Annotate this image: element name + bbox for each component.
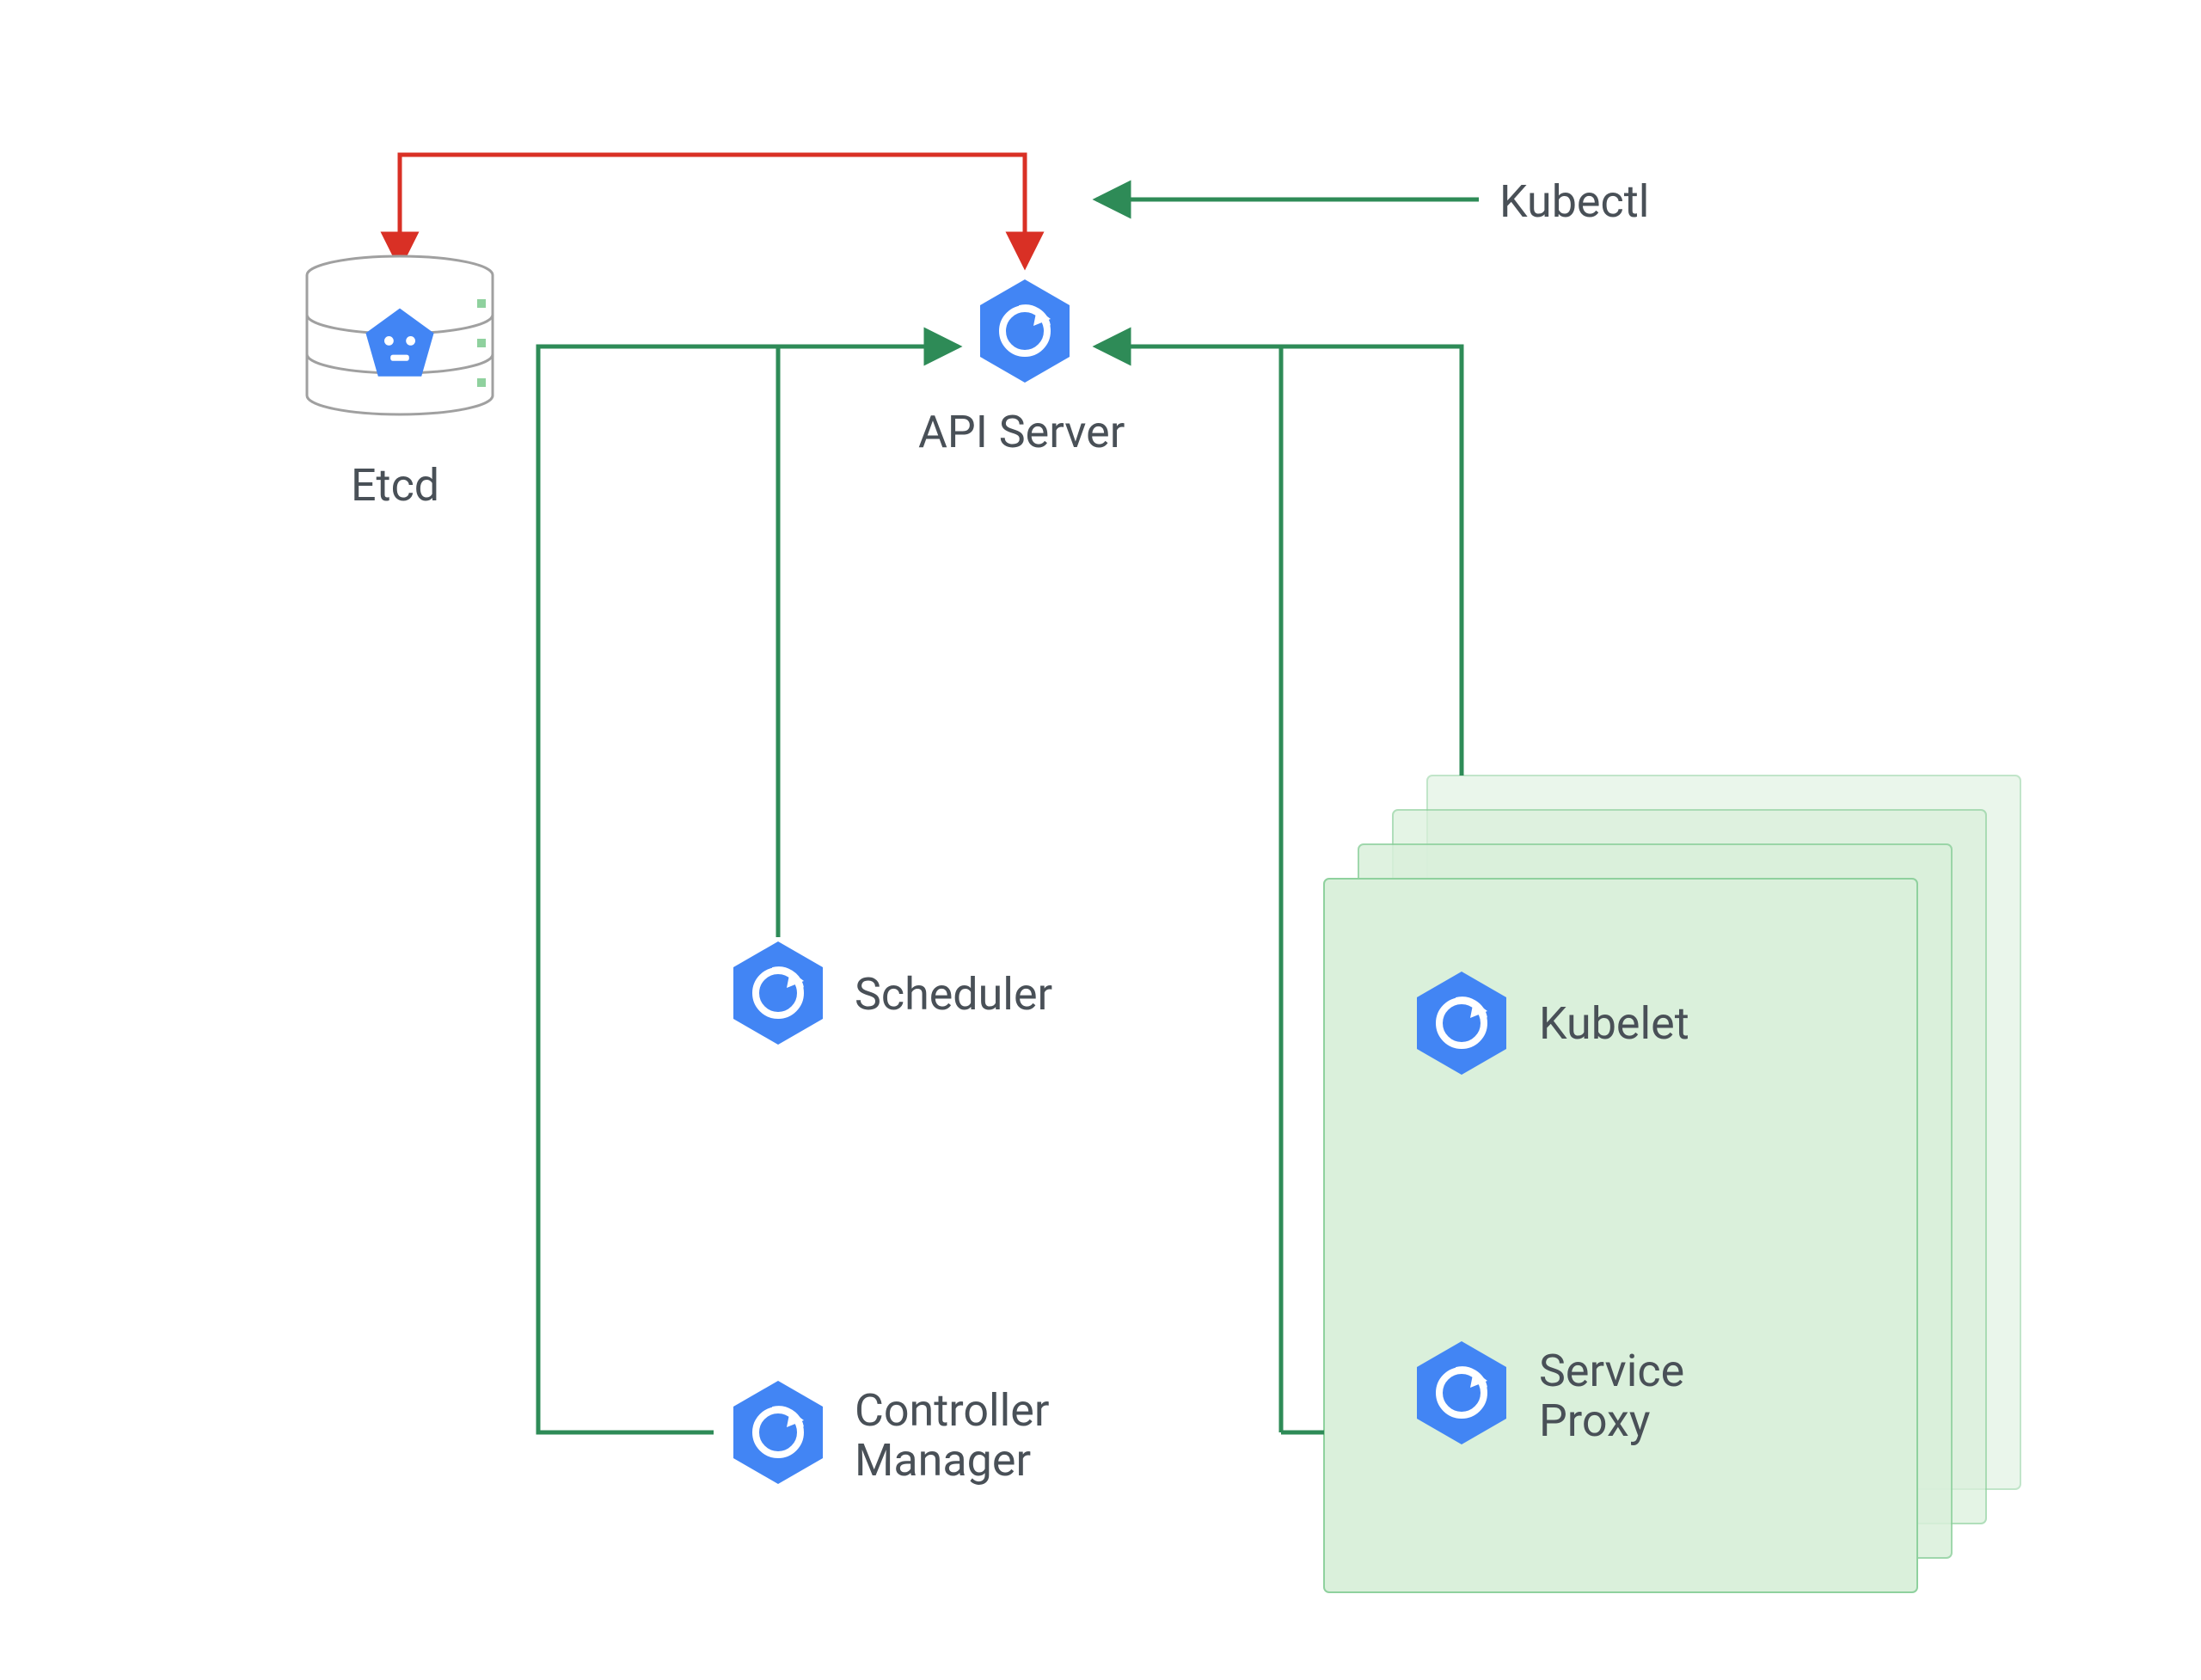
worker-nodes-stack [1324,776,2020,1592]
scheduler-icon [733,941,823,1045]
etcd-icon [307,256,493,414]
controller-manager-label: Controller Manager [855,1386,1049,1486]
edge-api-etcd [400,155,1025,267]
etcd-label: Etcd [351,461,439,511]
api-server-label: API Server [918,408,1125,457]
kubectl-label: Kubectl [1499,177,1649,227]
edge-ctrlmgr-api [538,346,959,1432]
diagram-stage: Etcd API Server Kubectl Scheduler Contro… [0,0,2201,1680]
diagram-svg [0,0,2201,1680]
kubelet-label: Kubelet [1539,999,1689,1049]
scheduler-label: Scheduler [855,970,1052,1020]
edge-worker-top [1281,346,1462,776]
controller-manager-icon [733,1381,823,1484]
edge-worker-api [1096,346,1281,1432]
api-server-icon [980,279,1070,383]
service-proxy-label: Service Proxy [1539,1346,1684,1446]
